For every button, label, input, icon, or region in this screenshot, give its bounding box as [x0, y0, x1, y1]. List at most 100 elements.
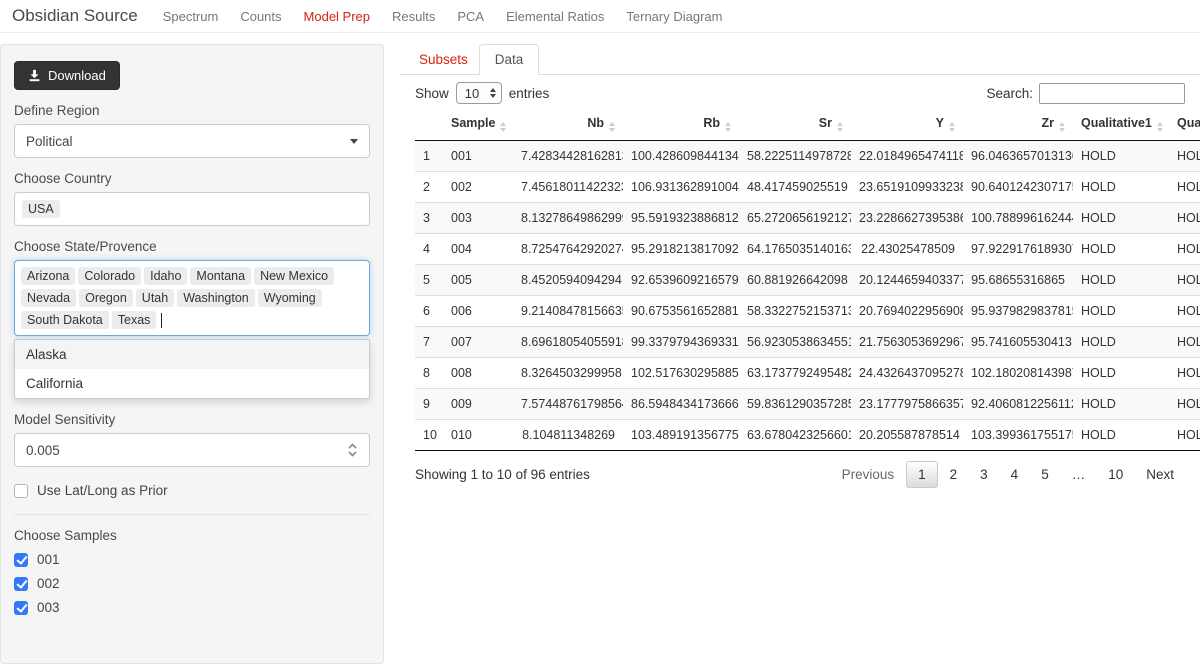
choose-country-label: Choose Country: [14, 171, 370, 186]
sidebar-panel: Download Define Region Political Choose …: [0, 44, 384, 664]
sample-checkbox-row[interactable]: 003: [14, 600, 370, 615]
col-header-nb[interactable]: Nb: [513, 108, 623, 141]
pagination: Previous 1 2 3 4 5 … 10 Next: [830, 461, 1185, 488]
sort-icon: [500, 122, 506, 132]
col-header-qualitative1[interactable]: Qualitative1: [1073, 108, 1169, 141]
sample-002-checkbox[interactable]: [14, 577, 28, 591]
nav-item-model-prep[interactable]: Model Prep: [293, 9, 381, 24]
define-region-select[interactable]: Political: [14, 124, 370, 158]
table-row[interactable]: 4004 8.7254764292027495.2918213817092 64…: [415, 234, 1200, 265]
nav-item-elemental-ratios[interactable]: Elemental Ratios: [495, 9, 615, 24]
sample-002-label: 002: [37, 576, 60, 591]
entries-label: entries: [509, 86, 550, 101]
state-tag[interactable]: Colorado: [78, 267, 141, 285]
page-button-3[interactable]: 3: [969, 462, 999, 487]
number-stepper-icon[interactable]: [347, 441, 358, 459]
sample-003-label: 003: [37, 600, 60, 615]
state-tag[interactable]: Oregon: [79, 289, 133, 307]
page-button-5[interactable]: 5: [1030, 462, 1060, 487]
table-row[interactable]: 8008 8.3264503299958102.517630295885 63.…: [415, 358, 1200, 389]
state-tag[interactable]: Texas: [112, 311, 157, 329]
col-header-zr[interactable]: Zr: [963, 108, 1073, 141]
download-icon: [28, 69, 41, 82]
state-tag[interactable]: Arizona: [21, 267, 75, 285]
search-control: Search:: [986, 83, 1185, 104]
model-sensitivity-label: Model Sensitivity: [14, 412, 370, 427]
tab-data[interactable]: Data: [479, 44, 540, 75]
state-tag[interactable]: New Mexico: [254, 267, 334, 285]
choose-state-input[interactable]: Arizona Colorado Idaho Montana New Mexic…: [14, 260, 370, 336]
sort-icon: [837, 122, 843, 132]
page-button-10[interactable]: 10: [1097, 462, 1134, 487]
sort-icon: [725, 122, 731, 132]
previous-page-button[interactable]: Previous: [831, 462, 906, 487]
col-header-rownum: [415, 108, 443, 141]
dropdown-option-california[interactable]: California: [15, 369, 369, 398]
nav-item-pca[interactable]: PCA: [446, 9, 495, 24]
page-button-2[interactable]: 2: [939, 462, 969, 487]
sample-003-checkbox[interactable]: [14, 601, 28, 615]
latlong-checkbox-label: Use Lat/Long as Prior: [37, 483, 168, 498]
navbar: Obsidian Source Spectrum Counts Model Pr…: [0, 0, 1200, 33]
table-footer: Showing 1 to 10 of 96 entries Previous 1…: [400, 451, 1200, 488]
download-button[interactable]: Download: [14, 61, 120, 90]
table-row[interactable]: 10010 8.104811348269103.489191356775 63.…: [415, 420, 1200, 451]
choose-state-label: Choose State/Provence: [14, 239, 370, 254]
table-row[interactable]: 7007 8.6961805405591899.3379794369331 56…: [415, 327, 1200, 358]
table-row[interactable]: 3003 8.1327864986299995.5919323886812 65…: [415, 203, 1200, 234]
model-sensitivity-input[interactable]: 0.005: [14, 433, 370, 467]
table-row[interactable]: 6006 9.2140847815663590.6753561652881 58…: [415, 296, 1200, 327]
nav-item-results[interactable]: Results: [381, 9, 446, 24]
nav-item-counts[interactable]: Counts: [229, 9, 292, 24]
nav-item-spectrum[interactable]: Spectrum: [152, 9, 230, 24]
text-cursor: [161, 313, 162, 328]
show-label: Show: [415, 86, 449, 101]
table-row[interactable]: 9009 7.5744876179856486.5948434173666 59…: [415, 389, 1200, 420]
sort-icon: [1059, 122, 1065, 132]
select-arrows-icon: [490, 88, 496, 98]
page-length-select[interactable]: 10: [456, 82, 502, 104]
length-control: Show 10 entries: [415, 82, 549, 104]
state-tag[interactable]: South Dakota: [21, 311, 109, 329]
col-header-qualitative2[interactable]: Qualitative2: [1169, 108, 1200, 141]
col-header-y[interactable]: Y: [851, 108, 963, 141]
app-brand: Obsidian Source: [12, 6, 138, 26]
sort-icon: [1157, 122, 1163, 132]
col-header-sample[interactable]: Sample: [443, 108, 513, 141]
state-tag[interactable]: Washington: [177, 289, 255, 307]
table-header-row: Sample Nb Rb Sr Y Zr Qualitative1 Qualit…: [415, 108, 1200, 141]
sort-icon: [609, 122, 615, 132]
nav-item-ternary-diagram[interactable]: Ternary Diagram: [615, 9, 733, 24]
page-button-4[interactable]: 4: [1000, 462, 1030, 487]
sidebar-divider: [14, 514, 370, 515]
sample-checkbox-row[interactable]: 002: [14, 576, 370, 591]
table-row[interactable]: 2002 7.45618011422323106.931362891004 48…: [415, 172, 1200, 203]
sample-checkbox-row[interactable]: 001: [14, 552, 370, 567]
table-row[interactable]: 5005 8.452059409429492.6539609216579 60.…: [415, 265, 1200, 296]
next-page-button[interactable]: Next: [1135, 462, 1185, 487]
state-tag[interactable]: Nevada: [21, 289, 76, 307]
col-header-rb[interactable]: Rb: [623, 108, 739, 141]
country-tag[interactable]: USA: [22, 200, 60, 218]
sample-001-label: 001: [37, 552, 60, 567]
dropdown-option-alaska[interactable]: Alaska: [15, 340, 369, 369]
search-input[interactable]: [1039, 83, 1185, 104]
state-dropdown: Alaska California: [14, 339, 370, 399]
col-header-sr[interactable]: Sr: [739, 108, 851, 141]
latlong-checkbox-row[interactable]: Use Lat/Long as Prior: [14, 483, 370, 498]
state-tag[interactable]: Wyoming: [258, 289, 322, 307]
tab-bar: Subsets Data: [400, 44, 1200, 75]
choose-country-input[interactable]: USA: [14, 192, 370, 226]
choose-samples-label: Choose Samples: [14, 528, 370, 543]
state-tag[interactable]: Montana: [190, 267, 251, 285]
sort-icon: [949, 122, 955, 132]
table-controls: Show 10 entries Search:: [400, 75, 1200, 104]
state-tag[interactable]: Utah: [136, 289, 174, 307]
page-button-1[interactable]: 1: [906, 461, 938, 488]
tab-subsets[interactable]: Subsets: [408, 45, 479, 74]
state-tag[interactable]: Idaho: [144, 267, 187, 285]
sample-001-checkbox[interactable]: [14, 553, 28, 567]
latlong-checkbox[interactable]: [14, 484, 28, 498]
table-row[interactable]: 1001 7.42834428162813100.428609844134 58…: [415, 141, 1200, 172]
data-table: Sample Nb Rb Sr Y Zr Qualitative1 Qualit…: [415, 108, 1200, 451]
